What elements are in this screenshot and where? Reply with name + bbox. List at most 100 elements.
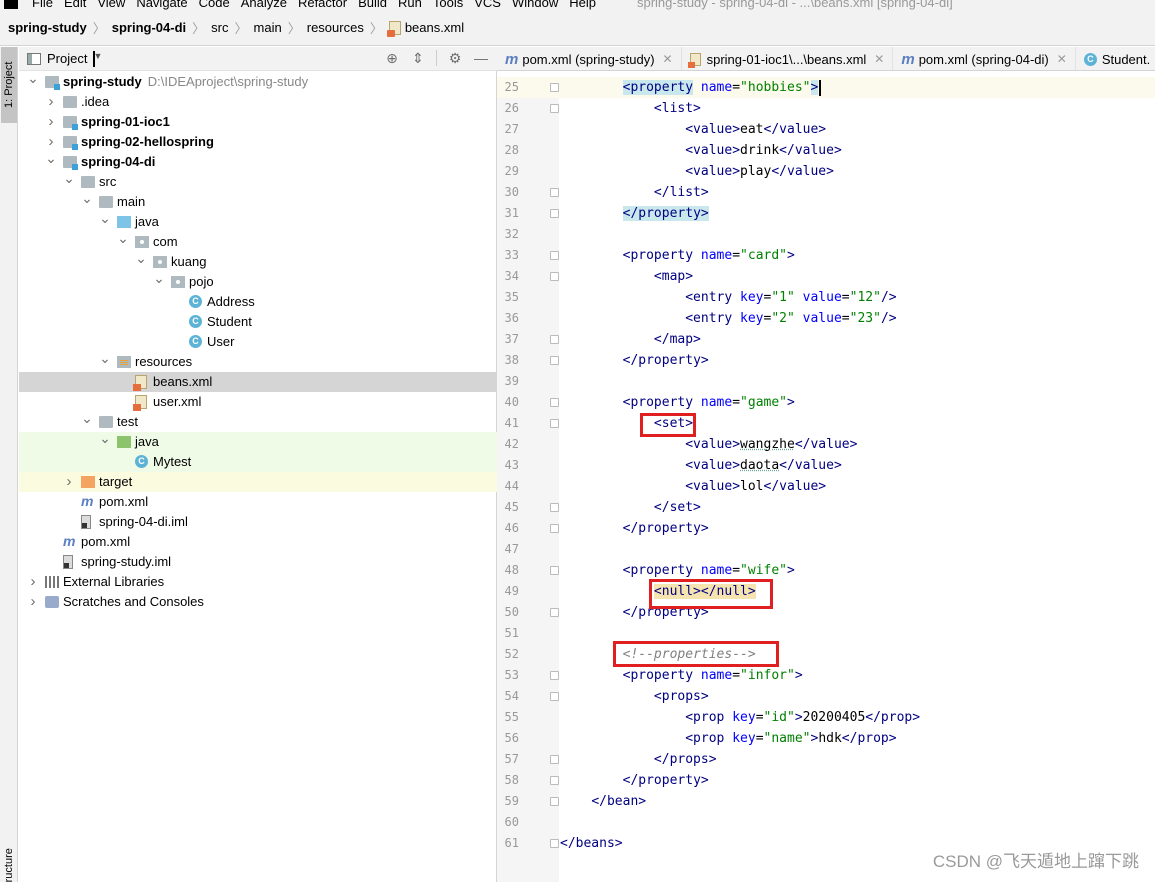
- breadcrumb-item[interactable]: resources 〉: [307, 18, 389, 37]
- fold-marker-icon[interactable]: [550, 503, 559, 512]
- fold-marker-icon[interactable]: [550, 83, 559, 92]
- fold-marker-icon[interactable]: [550, 335, 559, 344]
- fold-marker-icon[interactable]: [550, 104, 559, 113]
- chevron-right-icon[interactable]: ›: [27, 572, 39, 592]
- chevron-down-icon[interactable]: ▼: [93, 50, 102, 67]
- fold-marker-icon[interactable]: [550, 776, 559, 785]
- gear-icon[interactable]: ⚙: [447, 50, 463, 66]
- tree-item[interactable]: ⌄ java: [19, 430, 497, 452]
- fold-marker-icon[interactable]: [550, 671, 559, 680]
- menu-item-view[interactable]: View: [97, 0, 125, 10]
- tree-item[interactable]: ⌄ com: [19, 230, 497, 252]
- close-icon[interactable]: ✕: [663, 52, 673, 66]
- tree-item[interactable]: › Scratches and Consoles: [19, 592, 497, 612]
- chevron-down-icon[interactable]: ⌄: [153, 268, 165, 288]
- menu-item-run[interactable]: Run: [398, 0, 422, 10]
- tree-item[interactable]: › target: [19, 472, 497, 492]
- tree-item[interactable]: C Address: [19, 292, 497, 312]
- line-number: 41: [504, 416, 519, 430]
- tree-item[interactable]: ⌄ spring-04-di: [19, 150, 497, 172]
- tree-item[interactable]: › External Libraries: [19, 572, 497, 592]
- menu-item-tools[interactable]: Tools: [433, 0, 463, 10]
- chevron-right-icon[interactable]: ›: [63, 472, 75, 492]
- tree-item[interactable]: C User: [19, 332, 497, 352]
- close-icon[interactable]: ✕: [874, 52, 884, 66]
- chevron-down-icon[interactable]: ⌄: [81, 188, 93, 208]
- tree-item[interactable]: ⌄ kuang: [19, 250, 497, 272]
- menu-item-help[interactable]: Help: [569, 0, 596, 10]
- fold-marker-icon[interactable]: [550, 839, 559, 848]
- menu-item-vcs[interactable]: VCS: [474, 0, 501, 10]
- tree-item[interactable]: beans.xml: [19, 372, 497, 392]
- project-view-selector[interactable]: Project: [47, 51, 87, 66]
- tree-item[interactable]: › spring-02-hellospring: [19, 132, 497, 152]
- chevron-down-icon[interactable]: ⌄: [99, 428, 111, 448]
- chevron-right-icon[interactable]: ›: [45, 112, 57, 132]
- menu-item-build[interactable]: Build: [358, 0, 387, 10]
- chevron-down-icon[interactable]: ⌄: [63, 168, 75, 188]
- fold-marker-icon[interactable]: [550, 755, 559, 764]
- chevron-down-icon[interactable]: ⌄: [27, 68, 39, 88]
- code-token: =: [755, 731, 764, 746]
- project-tree: ⌄ spring-study D:\IDEAproject\spring-study…: [19, 70, 497, 612]
- chevron-down-icon[interactable]: ⌄: [117, 228, 129, 248]
- fold-marker-icon[interactable]: [550, 566, 559, 575]
- chevron-down-icon[interactable]: ⌄: [99, 348, 111, 368]
- fold-marker-icon[interactable]: [550, 608, 559, 617]
- menu-item-navigate[interactable]: Navigate: [136, 0, 187, 10]
- chevron-right-icon[interactable]: ›: [45, 92, 57, 112]
- code-token: =: [755, 710, 764, 725]
- tree-item[interactable]: › spring-01-ioc1: [19, 112, 497, 132]
- fold-marker-icon[interactable]: [550, 419, 559, 428]
- breadcrumb-item[interactable]: src 〉: [211, 18, 253, 37]
- tree-item[interactable]: ⌄ pojo: [19, 270, 497, 292]
- breadcrumb-item[interactable]: main 〉: [254, 18, 307, 37]
- chevron-right-icon[interactable]: ›: [27, 592, 39, 612]
- breadcrumb-item[interactable]: spring-04-di 〉: [112, 18, 211, 37]
- tree-item[interactable]: ⌄ resources: [19, 350, 497, 372]
- breadcrumb-item[interactable]: spring-study 〉: [8, 18, 112, 37]
- tree-item[interactable]: › .idea: [19, 92, 497, 112]
- tree-item[interactable]: ⌄ spring-study D:\IDEAproject\spring-study: [19, 70, 497, 92]
- code-area[interactable]: 25 <property name="hobbies"> 26 <list> 27 …: [497, 77, 1155, 854]
- chevron-down-icon[interactable]: ⌄: [135, 248, 147, 268]
- tree-item[interactable]: m pom.xml: [19, 492, 497, 512]
- fold-marker-icon[interactable]: [550, 251, 559, 260]
- collapse-all-icon[interactable]: ⇕: [410, 50, 426, 66]
- fold-marker-icon[interactable]: [550, 797, 559, 806]
- tree-item[interactable]: ⌄ main: [19, 190, 497, 212]
- tree-item[interactable]: m pom.xml: [19, 532, 497, 552]
- editor-tab[interactable]: m pom.xml (spring-04-di) ✕: [893, 47, 1076, 70]
- chevron-down-icon[interactable]: ⌄: [99, 208, 111, 228]
- chevron-down-icon[interactable]: ⌄: [81, 408, 93, 428]
- fold-marker-icon[interactable]: [550, 209, 559, 218]
- fold-marker-icon[interactable]: [550, 692, 559, 701]
- menu-item-code[interactable]: Code: [199, 0, 230, 10]
- fold-marker-icon[interactable]: [550, 524, 559, 533]
- menu-item-refactor[interactable]: Refactor: [298, 0, 347, 10]
- project-tool-tab[interactable]: 1: Project: [1, 47, 17, 123]
- hide-panel-icon[interactable]: —: [473, 50, 489, 66]
- fold-marker-icon[interactable]: [550, 356, 559, 365]
- editor-tab[interactable]: m pom.xml (spring-study) ✕: [497, 47, 682, 70]
- menu-item-edit[interactable]: Edit: [64, 0, 86, 10]
- tree-item[interactable]: ⌄ test: [19, 410, 497, 432]
- menu-item-file[interactable]: File: [32, 0, 53, 10]
- tree-item[interactable]: ⌄ java: [19, 210, 497, 232]
- locate-icon[interactable]: ⊕: [384, 50, 400, 66]
- structure-tool-tab[interactable]: 7: Structure: [1, 837, 17, 882]
- editor-tab[interactable]: C Student.: [1076, 47, 1155, 70]
- chevron-down-icon[interactable]: ⌄: [45, 148, 57, 168]
- tree-item[interactable]: C Student: [19, 312, 497, 332]
- editor-tab[interactable]: spring-01-ioc1\...\beans.xml ✕: [682, 47, 894, 70]
- tree-item[interactable]: C Mytest: [19, 452, 497, 472]
- breadcrumb-item[interactable]: beans.xml: [386, 20, 464, 37]
- menu-item-analyze[interactable]: Analyze: [241, 0, 287, 10]
- fold-marker-icon[interactable]: [550, 272, 559, 281]
- close-icon[interactable]: ✕: [1057, 52, 1067, 66]
- menu-item-window[interactable]: Window: [512, 0, 558, 10]
- fold-marker-icon[interactable]: [550, 398, 559, 407]
- tree-item[interactable]: spring-04-di.iml: [19, 512, 497, 532]
- tree-item[interactable]: spring-study.iml: [19, 552, 497, 572]
- fold-marker-icon[interactable]: [550, 188, 559, 197]
